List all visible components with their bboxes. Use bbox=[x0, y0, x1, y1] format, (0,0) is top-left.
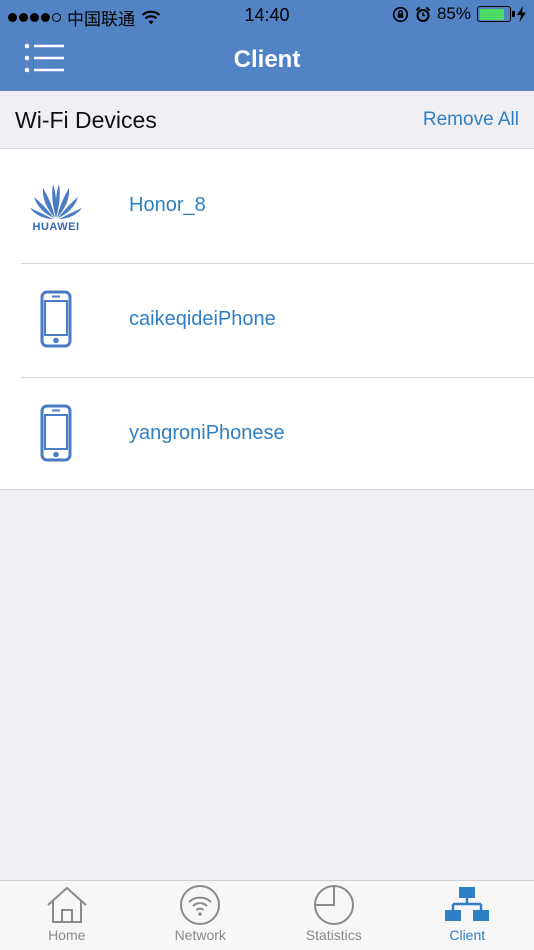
device-row[interactable]: yangroniPhonese bbox=[0, 377, 534, 491]
battery-icon bbox=[477, 6, 515, 22]
alarm-icon bbox=[415, 6, 431, 22]
device-name: Honor_8 bbox=[129, 194, 206, 216]
phone-icon bbox=[24, 401, 88, 465]
device-list: HUAWEI Honor_8 caikeqideiPhone yangroniP… bbox=[0, 149, 534, 490]
huawei-brand-text: HUAWEI bbox=[32, 220, 80, 233]
tab-label: Client bbox=[449, 927, 486, 943]
remove-all-button[interactable]: Remove All bbox=[423, 109, 519, 131]
battery-percent: 85% bbox=[436, 4, 471, 23]
top-bar: 中国联通 14:40 85% Client bbox=[0, 0, 534, 91]
wifi-icon bbox=[180, 885, 221, 925]
page-title: Client bbox=[233, 46, 301, 73]
tab-label: Statistics bbox=[305, 927, 362, 943]
status-bar: 中国联通 14:40 85% bbox=[0, 0, 534, 30]
tab-bar: Home Network Statistics Client bbox=[0, 880, 534, 950]
tab-label: Home bbox=[48, 927, 86, 943]
phone-icon bbox=[24, 287, 88, 351]
battery-level-fill bbox=[479, 8, 505, 20]
network-topology-icon bbox=[445, 887, 490, 921]
device-name: yangroniPhonese bbox=[129, 422, 285, 444]
device-row[interactable]: HUAWEI Honor_8 bbox=[0, 149, 534, 263]
huawei-logo-icon: HUAWEI bbox=[24, 173, 88, 237]
device-name: caikeqideiPhone bbox=[129, 308, 276, 330]
charging-bolt-icon bbox=[517, 6, 526, 22]
section-title: Wi-Fi Devices bbox=[15, 107, 157, 133]
section-header: Wi-Fi Devices Remove All bbox=[0, 91, 534, 149]
tab-statistics[interactable]: Statistics bbox=[267, 881, 401, 950]
tab-client[interactable]: Client bbox=[401, 881, 534, 950]
rotation-lock-icon bbox=[392, 6, 409, 22]
tab-label: Network bbox=[174, 927, 226, 943]
tab-network[interactable]: Network bbox=[134, 881, 268, 950]
tab-home[interactable]: Home bbox=[0, 881, 134, 950]
device-row[interactable]: caikeqideiPhone bbox=[0, 263, 534, 377]
pie-chart-icon bbox=[313, 885, 354, 925]
home-icon bbox=[47, 886, 87, 923]
status-right: 85% bbox=[392, 4, 526, 24]
